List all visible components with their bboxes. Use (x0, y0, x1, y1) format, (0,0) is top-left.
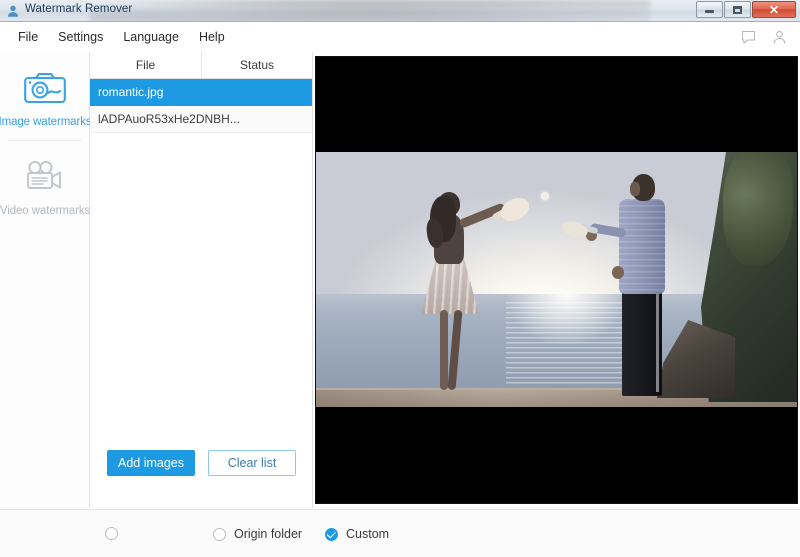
table-row[interactable]: romantic.jpg (90, 79, 312, 106)
camera-icon (23, 65, 67, 111)
origin-folder-option[interactable]: Origin folder (213, 527, 302, 541)
menu-settings[interactable]: Settings (48, 22, 113, 52)
title-bar-sheen (90, 0, 650, 21)
add-images-button[interactable]: Add images (107, 450, 195, 476)
image-preview[interactable]: LIN & JIRSA (315, 56, 798, 504)
sidebar-item-label: Image watermarks (0, 115, 92, 128)
sidebar-item-video-watermarks[interactable]: Video watermarks (0, 141, 90, 229)
menu-help[interactable]: Help (189, 22, 235, 52)
close-icon: ✕ (768, 2, 780, 17)
bottom-bar: Origin folder Custom C:\Users\Administra… (0, 509, 800, 557)
application-window: Watermark Remover ✕ File Settings Langua… (0, 0, 800, 557)
radio-custom[interactable] (325, 527, 338, 541)
radio-origin-folder[interactable] (213, 527, 226, 541)
column-header-status[interactable]: Status (201, 51, 312, 79)
window-controls: ✕ (695, 1, 796, 18)
sidebar-item-image-watermarks[interactable]: Image watermarks (0, 52, 92, 140)
file-list-actions: Add images Clear list (90, 450, 313, 476)
preview-panel: LIN & JIRSA (313, 52, 800, 508)
account-icon[interactable] (771, 29, 788, 46)
sidebar-item-label: Video watermarks (0, 204, 91, 217)
check-icon (326, 528, 336, 538)
table-row[interactable]: lADPAuoR53xHe2DNBH... (90, 106, 312, 133)
file-list-header: File Status (90, 51, 312, 79)
sidebar: Image watermarks Video watermarks (0, 52, 92, 508)
origin-folder-label: Origin folder (234, 527, 303, 541)
output-option-hidden[interactable] (105, 527, 118, 540)
video-camera-icon (21, 154, 69, 200)
menu-bar: File Settings Language Help (0, 22, 800, 52)
header-icons (740, 22, 788, 52)
file-list-panel: File Status romantic.jpg lADPAuoR53xHe2D… (90, 51, 313, 508)
custom-label: Custom (346, 527, 390, 541)
menu-file[interactable]: File (8, 22, 48, 52)
clear-list-button[interactable]: Clear list (208, 450, 296, 476)
column-header-file[interactable]: File (90, 52, 201, 79)
chat-bubble-icon[interactable] (740, 29, 757, 46)
file-list-rows: romantic.jpg lADPAuoR53xHe2DNBH... (90, 79, 312, 133)
maximize-icon (733, 5, 742, 14)
preview-photo: LIN & JIRSA (316, 152, 797, 407)
radio-hidden-option[interactable] (105, 527, 118, 540)
title-bar: Watermark Remover ✕ (0, 0, 800, 22)
menu-items: File Settings Language Help (8, 22, 235, 52)
photo-ball (541, 192, 549, 200)
window-title: Watermark Remover (25, 3, 133, 15)
menu-language[interactable]: Language (113, 22, 189, 52)
photo-figure-woman (416, 192, 549, 392)
photo-figure-man (560, 174, 686, 396)
minimize-button[interactable] (696, 1, 723, 18)
app-icon (7, 5, 19, 17)
maximize-button[interactable] (724, 1, 751, 18)
close-button[interactable]: ✕ (752, 1, 796, 18)
custom-folder-option[interactable]: Custom (325, 527, 389, 541)
minimize-icon (705, 10, 714, 13)
